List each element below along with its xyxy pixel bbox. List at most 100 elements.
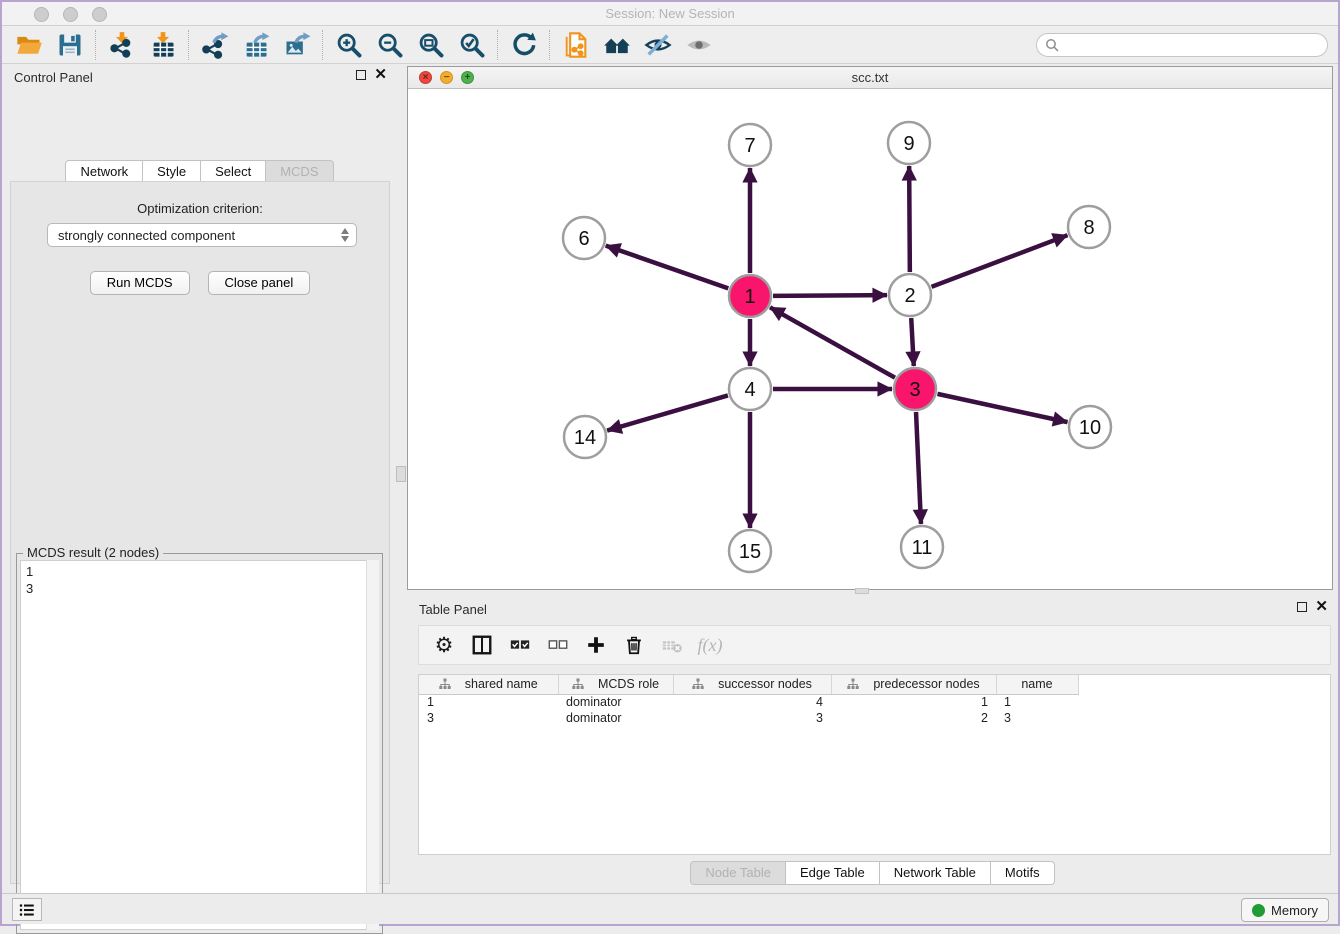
select-all-checkboxes-button[interactable] xyxy=(503,629,537,661)
network-window-titlebar[interactable]: × − + scc.txt xyxy=(408,67,1332,89)
table-row[interactable]: 3dominator323 xyxy=(419,710,1330,726)
node-8[interactable]: 8 xyxy=(1068,206,1110,248)
edge-1-6[interactable] xyxy=(606,246,729,289)
edge-2-9[interactable] xyxy=(909,166,910,272)
deselect-all-checkboxes-button[interactable] xyxy=(541,629,575,661)
edge-3-1[interactable] xyxy=(770,307,895,377)
zoom-fit-button[interactable] xyxy=(410,29,451,61)
show-graphics-button[interactable] xyxy=(678,29,719,61)
control-panel-title: Control Panel xyxy=(14,70,93,85)
delete-row-button[interactable] xyxy=(617,629,651,661)
column-header-shared-name[interactable]: shared name xyxy=(419,675,558,694)
cell-shared-name[interactable]: 3 xyxy=(419,710,558,726)
table-panel: Table Panel ✕ ⚙f(x) shared nameMCDS role… xyxy=(407,596,1338,893)
settings-gear-button[interactable]: ⚙ xyxy=(427,629,461,661)
node-label-14: 14 xyxy=(574,427,596,449)
node-15[interactable]: 15 xyxy=(729,530,771,572)
tab-network-table[interactable]: Network Table xyxy=(880,861,991,885)
close-table-panel-icon[interactable]: ✕ xyxy=(1315,602,1328,612)
horizontal-splitter-handle[interactable] xyxy=(855,588,869,594)
zoom-in-icon xyxy=(335,31,363,59)
edge-2-3[interactable] xyxy=(911,318,914,366)
tab-node-table[interactable]: Node Table xyxy=(690,861,786,885)
run-mcds-button[interactable]: Run MCDS xyxy=(90,271,190,295)
tab-motifs[interactable]: Motifs xyxy=(991,861,1055,885)
column-label: successor nodes xyxy=(718,677,812,691)
show-columns-icon xyxy=(471,634,493,656)
add-row-button[interactable] xyxy=(579,629,613,661)
column-label: shared name xyxy=(465,677,538,691)
cell-successor-nodes[interactable]: 3 xyxy=(673,710,831,726)
float-table-panel-icon[interactable] xyxy=(1297,602,1307,612)
home-button[interactable] xyxy=(596,29,637,61)
table-panel-header: Table Panel ✕ xyxy=(407,596,1338,623)
sort-hierarchy-icon xyxy=(692,678,704,690)
vertical-splitter-handle[interactable] xyxy=(396,466,406,482)
node-4[interactable]: 4 xyxy=(729,368,771,410)
mcds-result-scrollbar[interactable] xyxy=(366,560,379,930)
column-header-MCDS-role[interactable]: MCDS role xyxy=(558,675,673,694)
float-panel-icon[interactable] xyxy=(356,70,366,80)
node-10[interactable]: 10 xyxy=(1069,406,1111,448)
edge-1-2[interactable] xyxy=(773,295,887,296)
edge-3-10[interactable] xyxy=(937,394,1067,422)
cell-MCDS-role[interactable]: dominator xyxy=(558,694,673,710)
node-table-header: shared name MCDS role successor nodes prede… xyxy=(419,675,1330,694)
network-canvas[interactable]: 7 9 6 8 1 2 4 3 14 10 15 11 xyxy=(408,89,1332,589)
save-session-button[interactable] xyxy=(49,29,90,61)
status-bar: Memory xyxy=(2,893,1338,924)
node-3[interactable]: 3 xyxy=(894,368,936,410)
edge-2-8[interactable] xyxy=(932,235,1068,287)
table-row[interactable]: 1dominator411 xyxy=(419,694,1330,710)
node-1[interactable]: 1 xyxy=(729,275,771,317)
node-9[interactable]: 9 xyxy=(888,122,930,164)
close-panel-icon[interactable]: ✕ xyxy=(374,70,387,80)
memory-button[interactable]: Memory xyxy=(1241,898,1329,922)
node-label-9: 9 xyxy=(903,133,914,155)
open-session-button[interactable] xyxy=(8,29,49,61)
network-file-button[interactable] xyxy=(555,29,596,61)
node-6[interactable]: 6 xyxy=(563,217,605,259)
node-2[interactable]: 2 xyxy=(889,274,931,316)
toolbar-separator xyxy=(549,30,550,60)
zoom-selected-button[interactable] xyxy=(451,29,492,61)
node-14[interactable]: 14 xyxy=(564,416,606,458)
import-network-button[interactable] xyxy=(101,29,142,61)
zoom-in-button[interactable] xyxy=(328,29,369,61)
zoom-out-button[interactable] xyxy=(369,29,410,61)
column-header-name[interactable]: name xyxy=(996,675,1078,694)
export-network-button[interactable] xyxy=(194,29,235,61)
mcds-result-textarea[interactable]: 1 3 xyxy=(20,560,379,930)
export-image-button[interactable] xyxy=(276,29,317,61)
cell-name[interactable]: 1 xyxy=(996,694,1078,710)
network-file-icon xyxy=(562,31,590,59)
node-label-3: 3 xyxy=(909,379,920,401)
cell-name[interactable]: 3 xyxy=(996,710,1078,726)
node-label-4: 4 xyxy=(744,379,755,401)
select-stepper-icon xyxy=(341,228,349,242)
node-7[interactable]: 7 xyxy=(729,124,771,166)
column-header-successor-nodes[interactable]: successor nodes xyxy=(673,675,831,694)
edge-3-11[interactable] xyxy=(916,412,921,524)
edge-4-14[interactable] xyxy=(607,395,728,430)
node-11[interactable]: 11 xyxy=(901,526,943,568)
export-table-button[interactable] xyxy=(235,29,276,61)
show-columns-button[interactable] xyxy=(465,629,499,661)
refresh-button[interactable] xyxy=(503,29,544,61)
close-panel-button[interactable]: Close panel xyxy=(208,271,311,295)
cell-predecessor-nodes[interactable]: 1 xyxy=(831,694,996,710)
optimization-criterion-select[interactable]: strongly connected component xyxy=(47,223,357,247)
cell-shared-name[interactable]: 1 xyxy=(419,694,558,710)
panel-list-button[interactable] xyxy=(12,898,42,921)
search-input[interactable] xyxy=(1036,33,1328,57)
node-label-6: 6 xyxy=(578,228,589,250)
node-label-7: 7 xyxy=(744,135,755,157)
hide-graphics-button[interactable] xyxy=(637,29,678,61)
cell-predecessor-nodes[interactable]: 2 xyxy=(831,710,996,726)
cell-successor-nodes[interactable]: 4 xyxy=(673,694,831,710)
cell-MCDS-role[interactable]: dominator xyxy=(558,710,673,726)
column-header-predecessor-nodes[interactable]: predecessor nodes xyxy=(831,675,996,694)
import-table-button[interactable] xyxy=(142,29,183,61)
toolbar-icon-groups xyxy=(8,29,719,61)
tab-edge-table[interactable]: Edge Table xyxy=(786,861,880,885)
